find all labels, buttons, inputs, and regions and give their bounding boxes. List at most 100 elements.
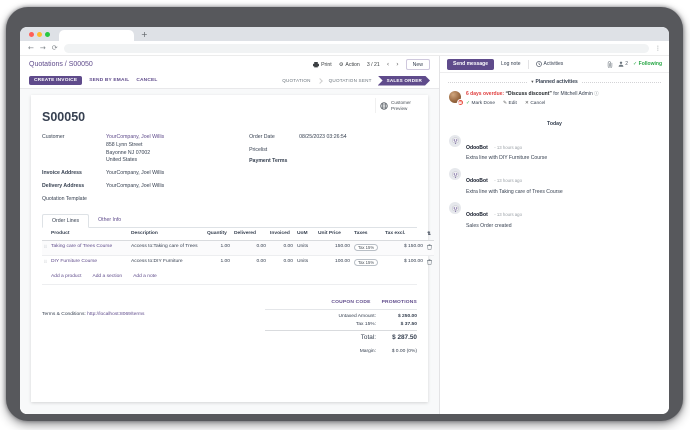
new-button[interactable]: New xyxy=(406,59,430,70)
following-button[interactable]: ✓ Following xyxy=(633,61,662,67)
address-bar[interactable] xyxy=(64,44,649,53)
status-step-sales-order[interactable]: SALES ORDER xyxy=(378,76,430,86)
field-label: Invoice Address xyxy=(42,170,106,178)
check-icon: ✓ xyxy=(633,61,637,67)
col-tax-excl[interactable]: Tax excl. xyxy=(383,228,425,241)
send-by-email-button[interactable]: SEND BY EMAIL xyxy=(89,78,129,83)
breadcrumb[interactable]: Quotations / S00050 xyxy=(29,61,93,68)
terms-link[interactable]: http://localhost:8069/terms xyxy=(87,312,144,317)
forward-icon[interactable]: → xyxy=(40,45,46,52)
chatter-message[interactable]: OdooBot - 13 hours ago Sales Order creat… xyxy=(440,199,669,233)
customer-link[interactable]: YourCompany, Joel Willis xyxy=(106,134,164,140)
cancel-button[interactable]: CANCEL xyxy=(136,78,157,83)
table-row[interactable]: ⠿ DIY Furniture Course Access to:DIY Fur… xyxy=(42,255,434,270)
field-delivery-address: Delivery Address YourCompany, Joel Willi… xyxy=(42,183,235,191)
customer-preview-button[interactable]: Customer Preview xyxy=(375,98,421,113)
reload-icon[interactable]: ⟳ xyxy=(52,45,58,52)
back-icon[interactable]: ← xyxy=(28,45,34,52)
send-message-button[interactable]: Send message xyxy=(447,59,494,70)
followers-button[interactable]: 2 xyxy=(618,61,628,67)
window-controls[interactable] xyxy=(29,27,50,41)
new-tab-icon[interactable]: + xyxy=(141,28,148,41)
tab-other-info[interactable]: Other Info xyxy=(89,214,130,227)
activities-button[interactable]: Activities xyxy=(534,61,566,67)
status-step-quotation-sent[interactable]: QUOTATION SENT xyxy=(323,76,378,86)
browser-menu-icon[interactable]: ⋮ xyxy=(655,45,661,52)
invoice-address-value[interactable]: YourCompany, Joel Willis xyxy=(106,170,164,178)
browser-tab[interactable] xyxy=(59,30,134,41)
quantity-cell[interactable]: 1.00 xyxy=(205,240,232,255)
chatter-message[interactable]: OdooBot - 13 hours ago Extra line with D… xyxy=(440,132,669,166)
invoiced-cell[interactable]: 0.00 xyxy=(268,255,295,270)
odoobot-avatar xyxy=(449,168,461,180)
col-uom[interactable]: UoM xyxy=(295,228,316,241)
col-description[interactable]: Description xyxy=(129,228,205,241)
form-sheet: Customer Preview S00050 Customer YourCom… xyxy=(31,95,428,402)
action-button[interactable]: ⚙ Action xyxy=(339,62,360,68)
printer-icon xyxy=(313,62,319,68)
close-window-icon[interactable] xyxy=(29,32,34,37)
terms-label: Terms & Conditions: xyxy=(42,312,86,317)
order-title: S00050 xyxy=(42,110,417,124)
maximize-window-icon[interactable] xyxy=(45,32,50,37)
odoo-app: Quotations / S00050 Print ⚙ Action 3 / 2… xyxy=(20,56,669,414)
log-note-button[interactable]: Log note xyxy=(499,61,522,67)
description-cell[interactable]: Access to:DIY Furniture xyxy=(129,255,205,270)
delivery-address-value[interactable]: YourCompany, Joel Willis xyxy=(106,183,164,191)
unit-price-cell[interactable]: 100.00 xyxy=(316,255,352,270)
minimize-window-icon[interactable] xyxy=(37,32,42,37)
avatar: ☎ xyxy=(449,91,461,103)
drag-handle-icon[interactable]: ⠿ xyxy=(44,244,47,249)
trash-icon[interactable] xyxy=(427,259,432,265)
col-product[interactable]: Product xyxy=(49,228,129,241)
delivered-cell[interactable]: 0.00 xyxy=(232,240,268,255)
optional-columns-icon[interactable]: ⇅ xyxy=(425,228,434,241)
info-icon[interactable]: ⓘ xyxy=(594,92,599,97)
col-taxes[interactable]: Taxes xyxy=(352,228,383,241)
cancel-activity-button[interactable]: ✕ Cancel xyxy=(525,101,545,106)
coupon-code-button[interactable]: COUPON CODE xyxy=(331,300,370,305)
tax-row: Tax 15%: $ 37.50 xyxy=(265,322,417,327)
col-quantity[interactable]: Quantity xyxy=(205,228,232,241)
message-author[interactable]: OdooBot xyxy=(466,212,488,218)
edit-activity-button[interactable]: ✎ Edit xyxy=(503,101,517,106)
sheet-footer: Terms & Conditions: http://localhost:806… xyxy=(42,297,417,354)
chevron-right-icon xyxy=(317,78,323,84)
status-step-quotation[interactable]: QUOTATION xyxy=(276,76,316,86)
promotions-button[interactable]: PROMOTIONS xyxy=(382,300,417,305)
pager-prev-icon[interactable]: ‹ xyxy=(387,61,389,68)
chatter-message[interactable]: OdooBot - 13 hours ago Extra line with T… xyxy=(440,165,669,199)
description-cell[interactable]: Access to:Taking care of Trees xyxy=(129,240,205,255)
message-author[interactable]: OdooBot xyxy=(466,178,488,184)
product-cell[interactable]: DIY Furniture Course xyxy=(51,259,97,264)
col-delivered[interactable]: Delivered xyxy=(232,228,268,241)
add-a-section-link[interactable]: Add a section xyxy=(92,274,122,279)
tab-order-lines[interactable]: Order Lines xyxy=(42,214,89,228)
unit-price-cell[interactable]: 150.00 xyxy=(316,240,352,255)
delivered-cell[interactable]: 0.00 xyxy=(232,255,268,270)
trash-icon[interactable] xyxy=(427,244,432,250)
mark-done-button[interactable]: ✓ Mark Done xyxy=(466,101,495,106)
pager-next-icon[interactable]: › xyxy=(396,61,398,68)
today-divider: Today xyxy=(440,114,669,132)
drag-handle-icon[interactable]: ⠿ xyxy=(44,259,47,264)
add-a-note-link[interactable]: Add a note xyxy=(133,274,157,279)
print-button[interactable]: Print xyxy=(313,62,332,68)
table-row[interactable]: ⠿ Taking care of Trees Course Access to:… xyxy=(42,240,434,255)
uom-cell[interactable]: Units xyxy=(295,240,316,255)
add-a-product-link[interactable]: Add a product xyxy=(51,274,81,279)
invoiced-cell[interactable]: 0.00 xyxy=(268,240,295,255)
product-cell[interactable]: Taking care of Trees Course xyxy=(51,244,112,249)
quantity-cell[interactable]: 1.00 xyxy=(205,255,232,270)
col-invoiced[interactable]: Invoiced xyxy=(268,228,295,241)
message-author[interactable]: OdooBot xyxy=(466,145,488,151)
order-date-value[interactable]: 08/25/2023 03:26:54 xyxy=(299,134,347,142)
uom-cell[interactable]: Units xyxy=(295,255,316,270)
tax-badge[interactable]: Tax 15% xyxy=(354,259,378,266)
tax-badge[interactable]: Tax 15% xyxy=(354,244,378,251)
create-invoice-button[interactable]: CREATE INVOICE xyxy=(29,76,82,85)
paperclip-icon[interactable] xyxy=(607,61,613,68)
col-unit-price[interactable]: Unit Price xyxy=(316,228,352,241)
clock-icon xyxy=(536,61,542,67)
planned-activities-header[interactable]: ▾ Planned activities xyxy=(440,73,669,89)
